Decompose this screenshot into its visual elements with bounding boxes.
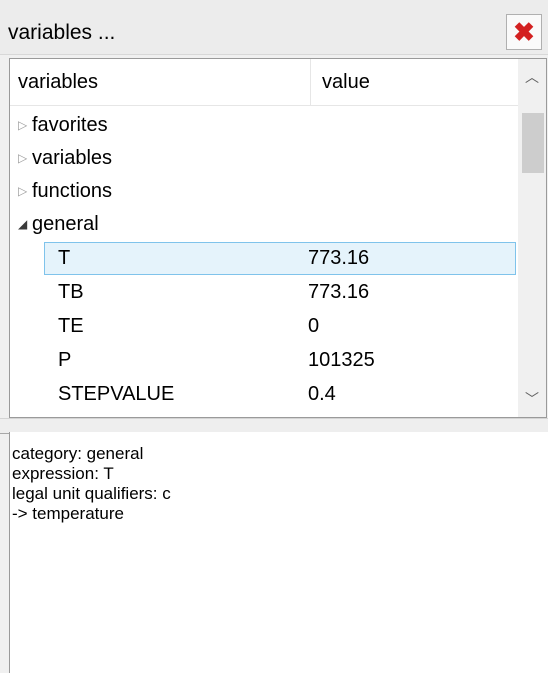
variable-name: STEPVALUE [58,383,175,405]
group-label: functions [32,180,113,202]
expand-arrow-icon[interactable]: ▷ [18,142,27,175]
scroll-up-icon[interactable]: ︿ [518,63,546,91]
variable-value: 773.16 [308,247,370,269]
expand-arrow-icon[interactable]: ▷ [18,175,27,208]
window-title: variables ... [8,21,116,44]
title-bar: variables ... ✖ [0,0,548,55]
group-label: favorites [32,114,108,136]
group-label: variables [32,147,113,169]
scroll-down-icon[interactable]: ﹀ [518,385,546,413]
tree-row-T[interactable]: T 773.16 [10,242,518,275]
tree-group-functions[interactable]: ▷ functions [10,175,518,208]
selection-highlight [44,242,516,275]
close-button[interactable]: ✖ [506,14,542,50]
close-icon: ✖ [513,17,535,47]
scroll-thumb[interactable] [522,113,544,173]
info-panel: category: general expression: T legal un… [9,432,548,673]
expand-arrow-icon[interactable]: ▷ [18,109,27,142]
variable-value: 101325 [308,349,375,371]
tree-row-P[interactable]: P 101325 [10,344,518,377]
info-description: -> temperature [12,504,124,523]
tree-row-STEPVALUE[interactable]: STEPVALUE 0.4 [10,378,518,411]
collapse-arrow-icon[interactable]: ◢ [18,208,27,241]
tree-row-TB[interactable]: TB 773.16 [10,276,518,309]
variable-name: T [58,247,71,269]
variable-name: TB [58,281,84,303]
vertical-scrollbar[interactable]: ︿ ﹀ [518,59,546,417]
info-unit-qualifiers: legal unit qualifiers: c [12,484,171,503]
info-expression: expression: T [12,464,114,483]
tree-group-general[interactable]: ◢ general [10,208,518,241]
variable-value: 0 [308,315,320,337]
variable-name: P [58,349,72,371]
column-divider[interactable] [310,59,311,105]
tree-row-TE[interactable]: TE 0 [10,310,518,343]
variable-value: 773.16 [308,281,370,303]
variables-tree[interactable]: variables value ▷ favorites ▷ variables … [9,58,547,418]
column-header-value[interactable]: value [322,59,370,105]
tree-group-variables[interactable]: ▷ variables [10,142,518,175]
variable-name: TE [58,315,84,337]
info-category: category: general [12,444,144,463]
tree-header: variables value [10,59,518,106]
column-header-variables[interactable]: variables [18,59,98,105]
group-label: general [32,213,99,235]
tree-group-favorites[interactable]: ▷ favorites [10,109,518,142]
variable-value: 0.4 [308,383,336,405]
